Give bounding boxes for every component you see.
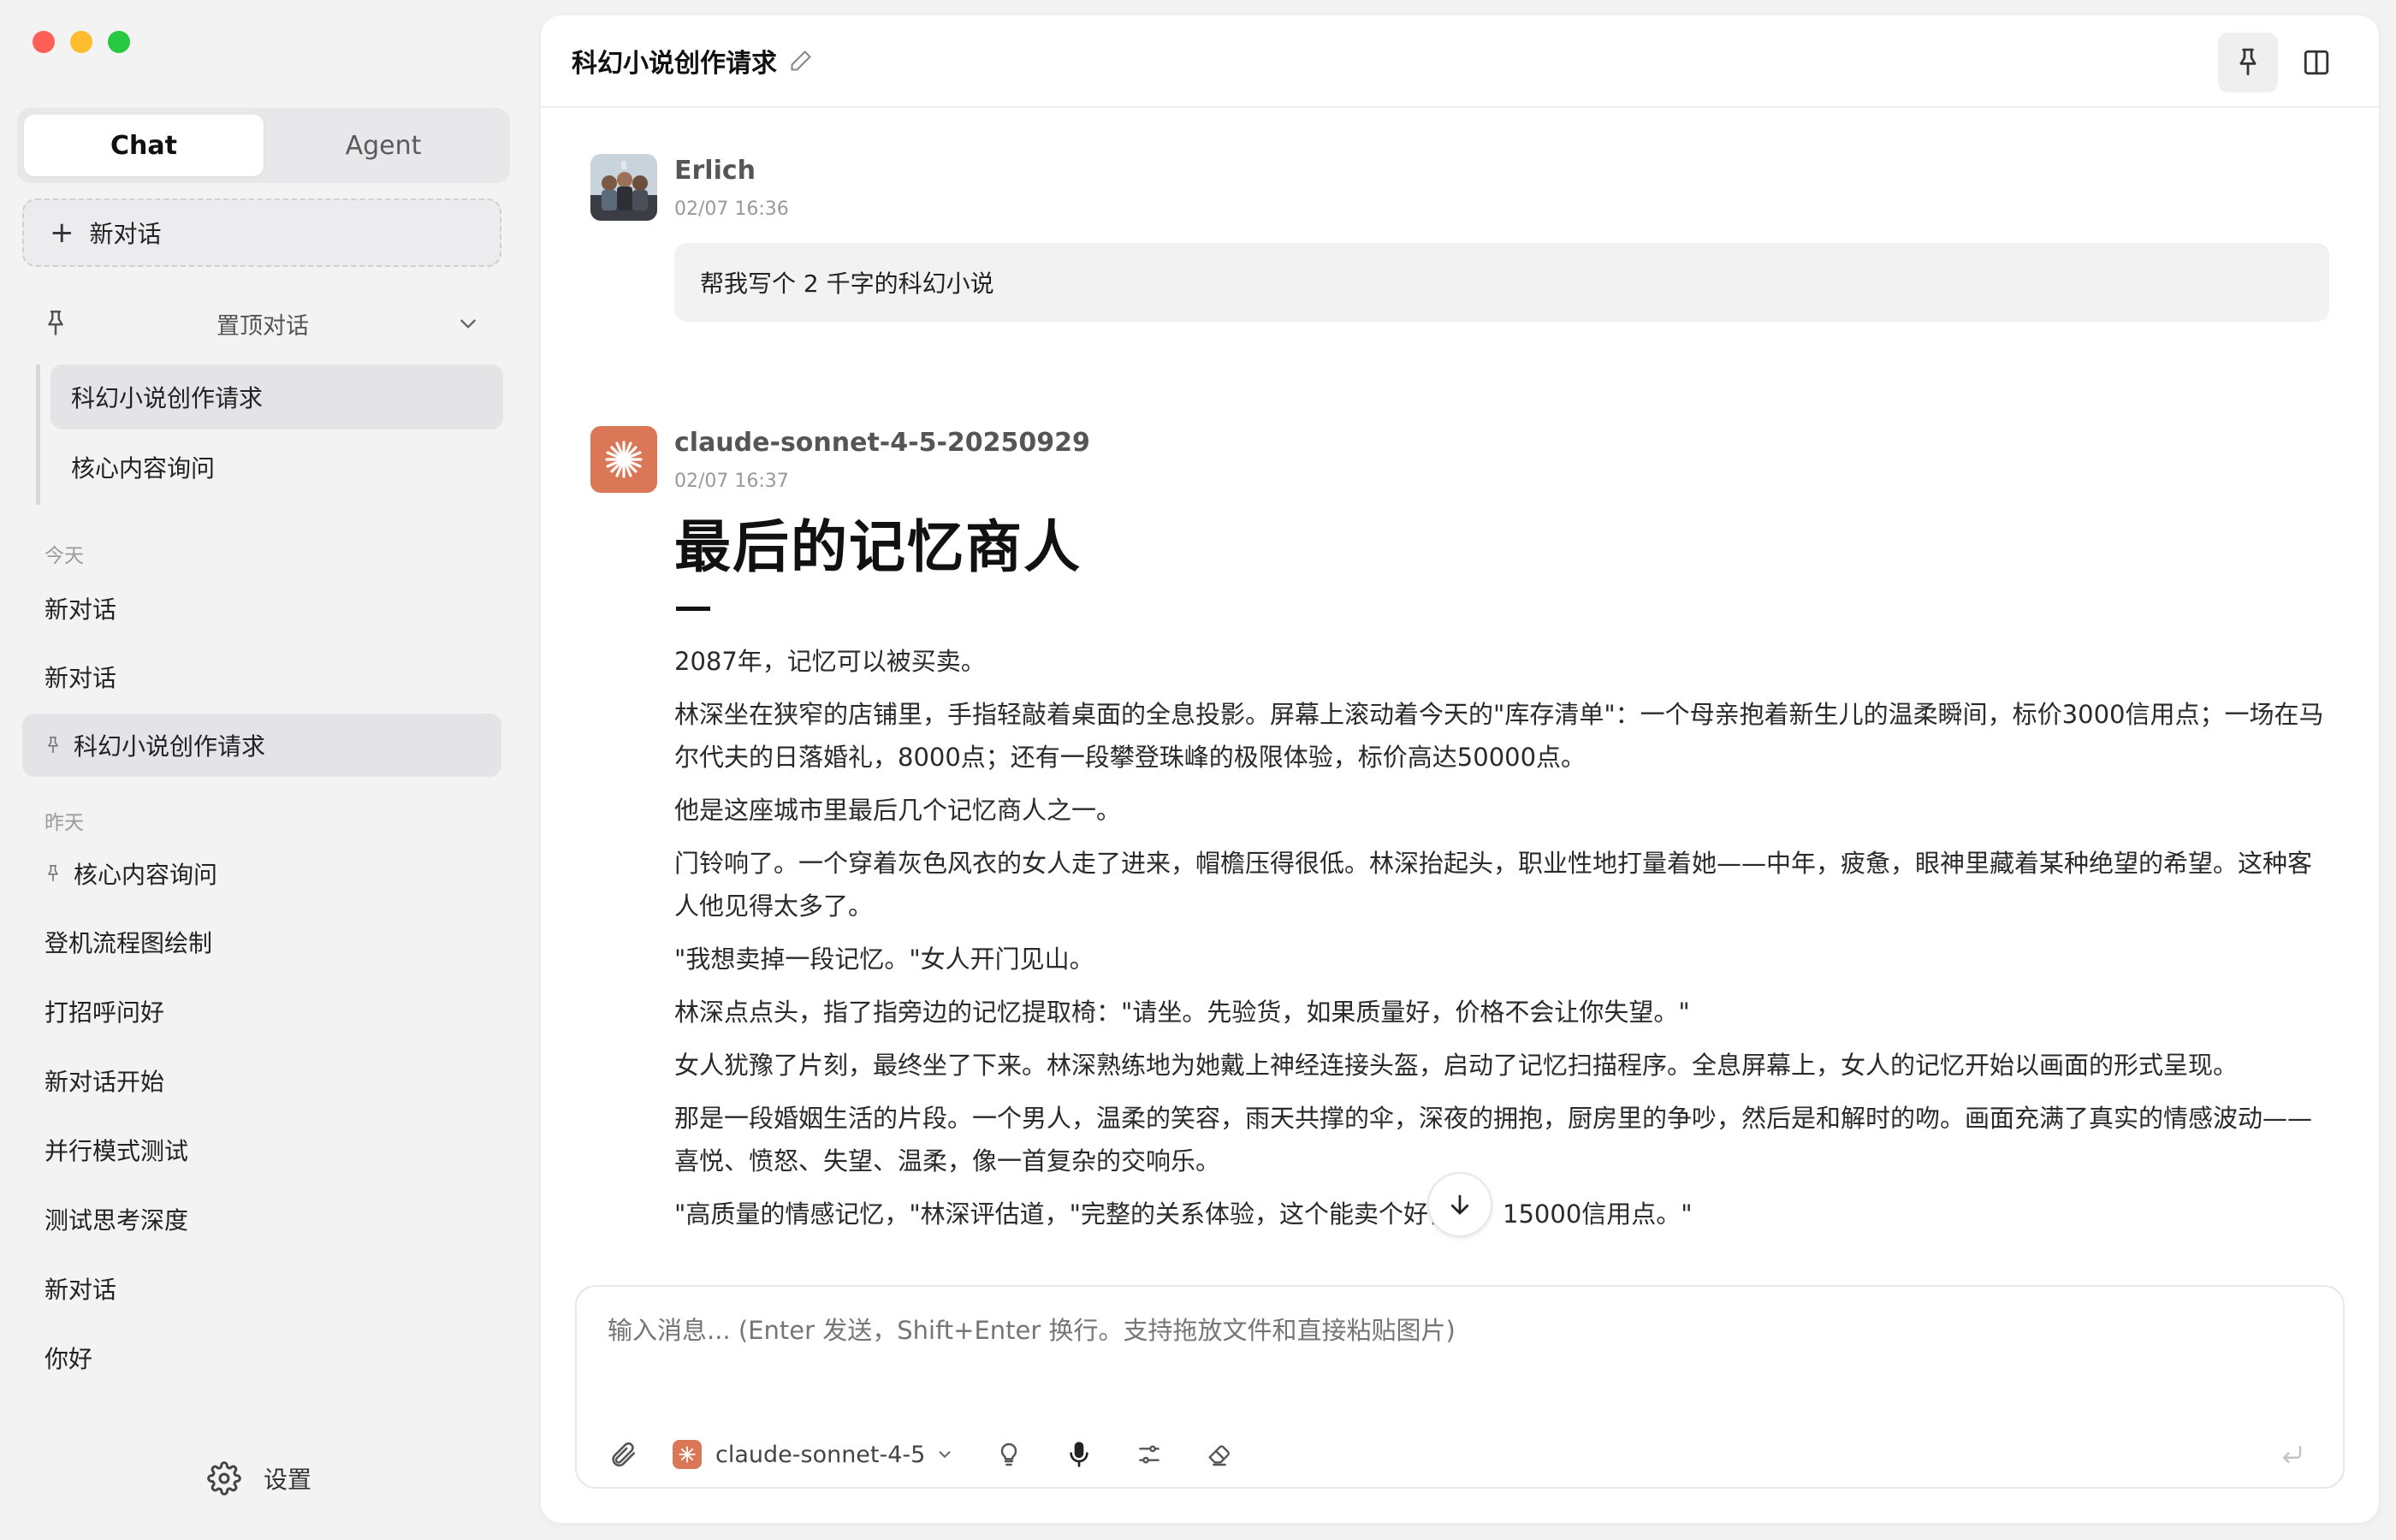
plus-icon: + — [50, 216, 74, 250]
pinned-section-toggle[interactable]: 置顶对话 — [43, 299, 479, 347]
gear-icon — [207, 1461, 241, 1496]
settings-label: 设置 — [264, 1466, 312, 1494]
story-title: 最后的记忆商人 — [674, 514, 1082, 580]
section-today: 今天 — [44, 545, 84, 567]
user-message-bubble: 帮我写个 2 千字的科幻小说 — [674, 243, 2329, 322]
conversation-item-active[interactable]: 科幻小说创作请求 — [22, 714, 501, 777]
model-selector[interactable]: claude-sonnet-4-5 — [673, 1440, 954, 1469]
scroll-to-bottom-button[interactable] — [1427, 1172, 1492, 1237]
conversation-item[interactable]: 测试思考深度 — [22, 1188, 501, 1251]
conversation-item[interactable]: 新对话开始 — [22, 1049, 501, 1112]
sender-name: Erlich — [674, 156, 756, 186]
user-message: Erlich 02/07 16:36 帮我写个 2 千字的科幻小说 — [590, 154, 2329, 342]
conversation-item[interactable]: 你好 — [22, 1326, 501, 1389]
zoom-window-button[interactable] — [108, 31, 130, 53]
story-paragraph: 女人犹豫了片刻，最终坐了下来。林深熟练地为她戴上神经连接头盔，启动了记忆扫描程序… — [674, 1051, 2239, 1081]
eraser-icon — [1208, 1445, 1231, 1466]
pinned-list: 科幻小说创作请求 核心内容询问 — [36, 364, 503, 505]
chevron-down-icon — [460, 319, 476, 329]
story-paragraph: "高质量的情感记忆，"林深评估道，"完整的关系体验，这个能卖个好价钱。15000… — [674, 1199, 1693, 1229]
conversation-title: 科幻小说创作请求 — [572, 49, 777, 79]
avatar — [590, 426, 657, 493]
chat-header: 科幻小说创作请求 — [541, 15, 2379, 108]
story-paragraph: 他是这座城市里最后几个记忆商人之一。 — [674, 796, 1122, 826]
arrow-down-icon — [1450, 1194, 1469, 1215]
assistant-message-content: 最后的记忆商人 2087年，记忆可以被买卖。 林深坐在狭窄的店铺里，手指轻敲着桌… — [674, 513, 2329, 1246]
model-name: claude-sonnet-4-5 — [715, 1441, 926, 1468]
thinking-toggle-button[interactable] — [988, 1434, 1029, 1475]
composer-toolbar: claude-sonnet-4-5 — [602, 1434, 2312, 1475]
message-input[interactable] — [608, 1316, 2312, 1345]
tab-chat[interactable]: Chat — [24, 115, 264, 176]
conversation-label: 科幻小说创作请求 — [74, 732, 266, 761]
chat-panel: 科幻小说创作请求 Erlich 02/07 16:36 帮我写个 2 千字的科幻… — [541, 15, 2379, 1523]
new-chat-label: 新对话 — [89, 220, 162, 248]
story-paragraph: 林深点点头，指了指旁边的记忆提取椅："请坐。先验货，如果质量好，价格不会让你失望… — [674, 998, 1690, 1028]
story-paragraph: 2087年，记忆可以被买卖。 — [674, 647, 986, 677]
conversation-item[interactable]: 并行模式测试 — [22, 1118, 501, 1182]
sidebar: Chat Agent + 新对话 置顶对话 科幻小说创作请求 核心内容询问 今天… — [0, 0, 525, 1540]
toggle-split-view-button[interactable] — [2286, 33, 2346, 92]
settings-button[interactable]: 设置 — [207, 1461, 311, 1496]
pin-icon — [48, 311, 63, 335]
message-composer: claude-sonnet-4-5 — [575, 1285, 2345, 1489]
clear-context-button[interactable] — [1199, 1434, 1240, 1475]
close-window-button[interactable] — [33, 31, 55, 53]
tab-agent[interactable]: Agent — [264, 115, 503, 176]
message-timestamp: 02/07 16:37 — [674, 471, 789, 492]
enter-icon — [2283, 1446, 2302, 1463]
story-paragraph: "我想卖掉一段记忆。"女人开门见山。 — [674, 945, 1094, 974]
user-avatar-image — [590, 154, 657, 221]
paperclip-icon — [612, 1442, 636, 1467]
claude-logo-icon — [673, 1440, 702, 1469]
conversation-item[interactable]: 新对话 — [22, 1257, 501, 1320]
pinned-section-label: 置顶对话 — [216, 312, 309, 340]
pin-icon — [48, 865, 58, 882]
avatar — [590, 154, 657, 221]
claude-logo-icon — [605, 441, 643, 478]
chevron-down-icon — [939, 1451, 951, 1458]
story-paragraph: 门铃响了。一个穿着灰色风衣的女人走了进来，帽檐压得很低。林深抬起头，职业性地打量… — [674, 849, 2313, 921]
conversation-label: 核心内容询问 — [74, 861, 218, 889]
message-timestamp: 02/07 16:36 — [674, 198, 789, 220]
window-controls — [33, 31, 130, 53]
pin-icon — [2239, 48, 2257, 75]
attach-file-button[interactable] — [602, 1434, 643, 1475]
new-chat-button[interactable]: + 新对话 — [22, 198, 501, 267]
sender-name: claude-sonnet-4-5-20250929 — [674, 428, 1090, 458]
voice-input-button[interactable] — [1059, 1434, 1100, 1475]
lightbulb-icon — [1001, 1442, 1017, 1466]
assistant-message: claude-sonnet-4-5-20250929 02/07 16:37 最… — [590, 426, 2329, 1282]
microphone-icon — [1070, 1442, 1089, 1467]
pinned-item-core[interactable]: 核心内容询问 — [50, 435, 503, 500]
send-button[interactable] — [2271, 1434, 2312, 1475]
sliders-icon — [1139, 1445, 1160, 1464]
conversation-item[interactable]: 新对话 — [22, 645, 501, 708]
conversation-item[interactable]: 核心内容询问 — [22, 842, 501, 905]
pin-conversation-button[interactable] — [2218, 33, 2278, 92]
pencil-icon[interactable] — [789, 49, 813, 73]
story-paragraph: 林深坐在狭窄的店铺里，手指轻敲着桌面的全息投影。屏幕上滚动着今天的"库存清单"：… — [674, 700, 2324, 773]
section-yesterday: 昨天 — [44, 812, 84, 834]
conversation-item[interactable]: 打招呼问好 — [22, 980, 501, 1043]
title-divider — [676, 607, 710, 612]
minimize-window-button[interactable] — [70, 31, 92, 53]
story-paragraph: 那是一段婚姻生活的片段。一个男人，温柔的笑容，雨天共撑的伞，深夜的拥抱，厨房里的… — [674, 1104, 2313, 1176]
pinned-item-scifi[interactable]: 科幻小说创作请求 — [50, 364, 503, 429]
conversation-item[interactable]: 登机流程图绘制 — [22, 910, 501, 974]
pin-icon — [48, 737, 58, 754]
conversation-item[interactable]: 新对话 — [22, 577, 501, 640]
mode-tabs: Chat Agent — [17, 108, 510, 183]
parameters-button[interactable] — [1129, 1434, 1170, 1475]
sidebar-layout-icon — [2304, 50, 2329, 75]
